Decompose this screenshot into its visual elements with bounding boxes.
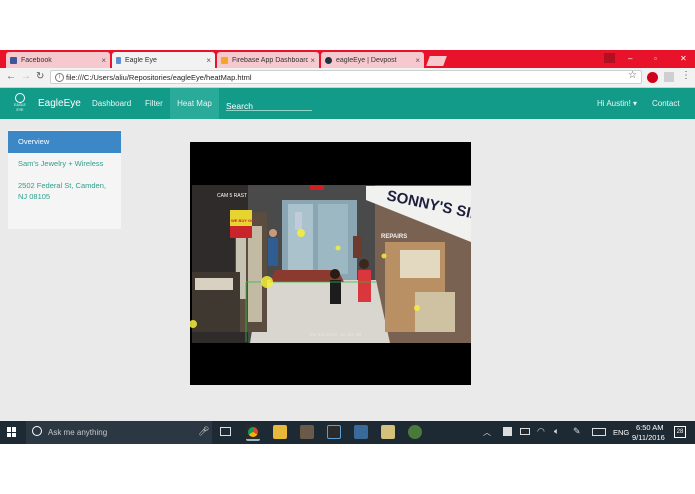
menu-kebab-icon[interactable]: ⋮ — [681, 70, 691, 81]
page-icon — [116, 56, 121, 64]
tab-title: eagleEye | Devpost — [336, 56, 397, 64]
heatmap-video: CAM 5 RAST SONNY'S SIL REPAIRS WE BUY GO… — [189, 142, 481, 385]
clock-date[interactable]: 9/11/2016 — [632, 433, 665, 442]
store-address-line2: NJ 08105 — [18, 192, 51, 201]
user-menu[interactable]: Hi Austin! ▾ — [597, 88, 637, 119]
search-input[interactable]: Search — [226, 96, 312, 111]
pen-icon[interactable]: ✎ — [573, 426, 581, 437]
buy-gold-sign: WE BUY GOLD — [231, 218, 260, 223]
reload-icon[interactable]: ↻ — [36, 71, 44, 82]
windows-start-icon[interactable] — [7, 427, 17, 437]
url-text: file:///C:/Users/aliu/Repositories/eagle… — [66, 72, 252, 82]
devpost-icon — [325, 56, 332, 64]
clock-time[interactable]: 6:50 AM — [636, 423, 664, 432]
store-address-line1: 2502 Federal St, Camden, — [18, 181, 106, 190]
paint-taskbar-icon[interactable] — [381, 425, 395, 439]
profile-icon[interactable] — [604, 53, 615, 63]
tab-title: Firebase App Dashboard — [232, 56, 309, 64]
back-arrow-icon[interactable]: ← — [6, 71, 16, 82]
forward-arrow-icon[interactable]: → — [21, 71, 31, 82]
caret-down-icon: ▾ — [633, 99, 638, 108]
editor-taskbar-icon[interactable] — [327, 425, 341, 439]
extension-icon[interactable] — [647, 72, 658, 83]
facebook-icon — [10, 56, 17, 64]
search-placeholder: Search — [226, 101, 253, 111]
store-name-link[interactable]: Sam's Jewelry + Wireless — [18, 159, 103, 168]
taskbar-search-placeholder: Ask me anything — [48, 428, 108, 437]
maximize-button[interactable]: ▫ — [654, 54, 657, 63]
video-timestamp: 04/19/2013 12:43:35 — [310, 332, 362, 338]
address-bar[interactable]: i file:///C:/Users/aliu/Repositories/eag… — [50, 70, 642, 84]
repairs-sign: REPAIRS — [381, 234, 407, 240]
close-icon[interactable]: × — [310, 56, 315, 65]
microphone-icon[interactable]: 🎤︎ — [198, 426, 209, 437]
extension-icon-gray[interactable] — [664, 72, 674, 82]
battery-icon[interactable] — [520, 428, 530, 435]
keyboard-icon[interactable] — [592, 428, 606, 436]
notification-center-icon[interactable]: 28 — [674, 426, 686, 438]
nav-dashboard[interactable]: Dashboard — [92, 88, 131, 119]
windows-taskbar: Ask me anything 🎤︎ ︿ ◠ 🔈︎ ✎ ENG 6:50 AM … — [0, 421, 695, 444]
cortana-icon — [32, 426, 42, 436]
new-tab-button[interactable] — [426, 56, 447, 66]
tray-icon[interactable] — [503, 427, 512, 436]
close-icon[interactable]: × — [206, 56, 211, 65]
sidebar-item-overview[interactable]: Overview — [8, 131, 121, 153]
tab-facebook[interactable]: Facebook × — [6, 52, 110, 68]
browser-toolbar: ← → ↻ i file:///C:/Users/aliu/Repositori… — [0, 68, 695, 88]
info-icon[interactable]: i — [55, 73, 64, 82]
eagle-eye-logo[interactable]: EAGLE EYE — [12, 93, 28, 113]
language-indicator[interactable]: ENG — [613, 428, 629, 437]
window-close-button[interactable]: ✕ — [680, 54, 687, 63]
misc-taskbar-icon[interactable] — [408, 425, 422, 439]
tab-title: Eagle Eye — [125, 56, 157, 64]
logo-text: EAGLE EYE — [14, 103, 26, 112]
browser-tab-strip: Facebook × Eagle Eye × Firebase App Dash… — [0, 50, 695, 68]
bookmark-star-icon[interactable]: ☆ — [628, 70, 637, 81]
file-explorer-icon[interactable] — [273, 425, 287, 439]
camera-label: CAM 5 RAST — [217, 193, 247, 199]
taskbar-search-box[interactable]: Ask me anything 🎤︎ — [26, 421, 212, 444]
firebase-icon — [221, 56, 228, 64]
close-icon[interactable]: × — [415, 56, 420, 65]
nav-filter[interactable]: Filter — [145, 88, 163, 119]
app-navbar: EAGLE EYE EagleEye Dashboard Filter Heat… — [0, 88, 695, 119]
chevron-up-icon[interactable]: ︿ — [483, 427, 491, 438]
user-greeting: Hi Austin! — [597, 99, 631, 108]
chrome-taskbar-icon[interactable] — [246, 425, 260, 441]
app-taskbar-icon[interactable] — [300, 425, 314, 439]
eye-logo-icon — [15, 93, 25, 103]
tab-eagle-eye[interactable]: Eagle Eye × — [112, 52, 215, 68]
brand-name[interactable]: EagleEye — [38, 88, 81, 119]
tab-title: Facebook — [21, 56, 52, 64]
nav-contact[interactable]: Contact — [652, 88, 680, 119]
nav-heat-map[interactable]: Heat Map — [170, 88, 219, 119]
wifi-icon[interactable]: ◠ — [537, 426, 545, 437]
task-view-icon[interactable] — [220, 427, 231, 436]
minimize-button[interactable]: – — [628, 54, 632, 63]
close-icon[interactable]: × — [101, 56, 106, 65]
virtualbox-icon[interactable] — [354, 425, 368, 439]
volume-icon[interactable]: 🔈︎ — [554, 426, 559, 437]
tab-firebase[interactable]: Firebase App Dashboard × — [217, 52, 319, 68]
tab-devpost[interactable]: eagleEye | Devpost × — [321, 52, 424, 68]
heatmap-video-frame[interactable]: CAM 5 RAST SONNY'S SIL REPAIRS WE BUY GO… — [189, 142, 481, 385]
